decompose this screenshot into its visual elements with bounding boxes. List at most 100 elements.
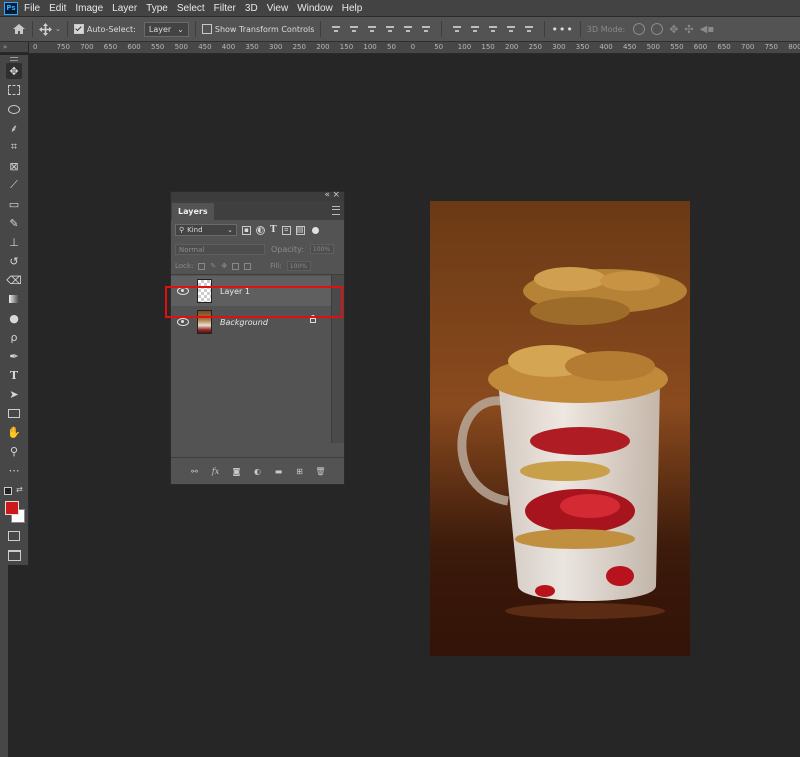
ruler-tick-label: 500 <box>174 43 188 51</box>
opacity-field[interactable]: 100% <box>309 244 334 254</box>
menu-select[interactable]: Select <box>177 3 205 14</box>
link-icon[interactable]: ⚯ <box>190 467 200 476</box>
filter-type-icon[interactable]: T <box>270 225 277 235</box>
align-vertical-center-icon[interactable] <box>349 24 359 34</box>
distribute-right-icon[interactable] <box>524 24 534 34</box>
new-layer-icon[interactable]: ⊞ <box>295 467 305 476</box>
align-horizontal-center-icon[interactable] <box>403 24 413 34</box>
more-options-icon[interactable]: ••• <box>551 23 573 36</box>
rectangle-tool-icon[interactable] <box>6 405 22 421</box>
menu-filter[interactable]: Filter <box>214 3 236 14</box>
blur-tool-icon[interactable]: ● <box>6 310 22 326</box>
distribute-left-icon[interactable] <box>506 24 516 34</box>
menu-file[interactable]: File <box>24 3 40 14</box>
align-bottom-icon[interactable] <box>367 24 377 34</box>
brush-tool-icon[interactable]: ✎ <box>6 215 22 231</box>
filter-pixel-icon[interactable]: ▪ <box>242 225 251 235</box>
foreground-color-swatch[interactable] <box>5 501 19 515</box>
auto-select-checkbox[interactable] <box>73 24 84 34</box>
panel-menu-icon[interactable] <box>332 206 340 215</box>
menu-view[interactable]: View <box>267 3 289 14</box>
menu-layer[interactable]: Layer <box>112 3 137 14</box>
3d-orbit-icon[interactable] <box>633 23 646 35</box>
dodge-tool-icon[interactable]: ρ <box>6 329 22 345</box>
panel-titlebar[interactable]: « × <box>171 190 344 201</box>
eraser-tool-icon[interactable]: ⌫ <box>6 272 22 288</box>
tab-layers[interactable]: Layers <box>172 203 214 220</box>
menu-image[interactable]: Image <box>75 3 103 14</box>
3d-mode-label: 3D Mode: <box>586 24 626 34</box>
ruler-tick-label: 50 <box>434 43 444 51</box>
quick-mask-icon[interactable] <box>6 528 22 544</box>
menu-help[interactable]: Help <box>342 3 363 14</box>
menu-type[interactable]: Type <box>146 3 168 14</box>
group-folder-icon[interactable]: ▬ <box>274 467 284 476</box>
healing-brush-tool-icon[interactable]: ▭ <box>6 196 22 212</box>
history-brush-tool-icon[interactable]: ↺ <box>6 253 22 269</box>
3d-camera-icon[interactable]: ◀▪ <box>700 24 714 35</box>
align-top-icon[interactable] <box>331 24 341 34</box>
lock-position-icon[interactable]: ✥ <box>221 262 227 270</box>
marquee-tool-icon[interactable] <box>6 82 22 98</box>
move-tool-icon[interactable]: ✥ <box>6 63 22 79</box>
crop-tool-icon[interactable]: ⌗ <box>6 139 22 155</box>
menu-edit[interactable]: Edit <box>49 3 66 14</box>
frame-tool-icon[interactable]: ⊠ <box>6 158 22 174</box>
3d-slide-icon[interactable]: ✣ <box>684 23 693 36</box>
lasso-tool-icon[interactable] <box>6 101 22 117</box>
blend-mode-dropdown[interactable]: Normal <box>175 243 265 255</box>
show-transform-checkbox[interactable] <box>201 24 212 34</box>
ruler-tick-label: 150 <box>481 43 495 51</box>
auto-select-target-dropdown[interactable]: Layer ⌄ <box>143 21 189 37</box>
close-icon[interactable]: × <box>332 190 340 200</box>
menu-window[interactable]: Window <box>297 3 333 14</box>
filter-adjustment-icon[interactable]: ◐ <box>256 225 265 235</box>
lock-all-icon[interactable] <box>244 262 252 270</box>
adjustment-icon[interactable]: ◐ <box>253 467 263 476</box>
default-colors-icon[interactable] <box>4 487 12 495</box>
filter-toggle-icon[interactable] <box>311 226 319 234</box>
move-tool-preset-icon[interactable]: ⌄ <box>39 22 61 36</box>
path-select-tool-icon[interactable]: ➤ <box>6 386 22 402</box>
fill-field[interactable]: 100% <box>286 261 311 271</box>
filter-kind-dropdown[interactable]: ⚲ Kind ⌄ <box>175 224 237 236</box>
filter-shape-icon[interactable]: ⌗ <box>281 225 291 235</box>
eyedropper-tool-icon[interactable]: ⟋ <box>6 177 22 193</box>
filter-smart-object-icon[interactable]: ▤ <box>295 225 305 235</box>
visibility-eye-icon[interactable] <box>177 318 189 326</box>
options-divider <box>66 21 68 37</box>
ruler-tick-label: 250 <box>292 43 306 51</box>
collapse-icon[interactable]: « <box>324 190 330 200</box>
hand-tool-icon[interactable]: ✋ <box>6 424 22 440</box>
ruler-tick-label: 0 <box>33 43 38 51</box>
home-icon[interactable] <box>12 23 26 35</box>
lock-image-icon[interactable]: ✎ <box>210 262 216 270</box>
mask-icon[interactable]: ◙ <box>232 467 242 476</box>
screen-mode-icon[interactable] <box>6 547 22 563</box>
distribute-top-icon[interactable] <box>452 24 462 34</box>
tools-panel: ✥ ⸙ ⌗ ⊠ ⟋ ▭ ✎ ⊥ ↺ ⌫ ● ρ ✒ T ➤ ✋ ⚲ ⋯ ⇄ <box>0 55 29 565</box>
swap-colors-icon[interactable]: ⇄ <box>16 485 23 494</box>
3d-pan-icon[interactable]: ✥ <box>669 23 678 36</box>
more-tools-icon[interactable]: ⋯ <box>6 462 22 478</box>
filter-kind-value: Kind <box>187 226 203 234</box>
type-tool-icon[interactable]: T <box>6 367 22 383</box>
trash-icon[interactable]: 🗑 <box>315 467 325 476</box>
zoom-tool-icon[interactable]: ⚲ <box>6 443 22 459</box>
align-right-icon[interactable] <box>421 24 431 34</box>
lock-transparent-icon[interactable] <box>198 262 206 270</box>
menu-bar: Ps File Edit Image Layer Type Select Fil… <box>0 0 800 17</box>
toolbar-collapse-icon[interactable] <box>10 57 18 61</box>
quick-select-tool-icon[interactable]: ⸙ <box>6 120 22 136</box>
menu-3d[interactable]: 3D <box>245 3 258 14</box>
align-left-icon[interactable] <box>385 24 395 34</box>
pen-tool-icon[interactable]: ✒ <box>6 348 22 364</box>
ruler-tick-label: 300 <box>269 43 283 51</box>
lock-artboard-icon[interactable] <box>232 262 240 270</box>
distribute-bottom-icon[interactable] <box>488 24 498 34</box>
gradient-tool-icon[interactable] <box>6 291 22 307</box>
fx-icon[interactable]: fx <box>211 467 221 476</box>
clone-stamp-tool-icon[interactable]: ⊥ <box>6 234 22 250</box>
distribute-center-icon[interactable] <box>470 24 480 34</box>
3d-roll-icon[interactable] <box>651 23 664 35</box>
